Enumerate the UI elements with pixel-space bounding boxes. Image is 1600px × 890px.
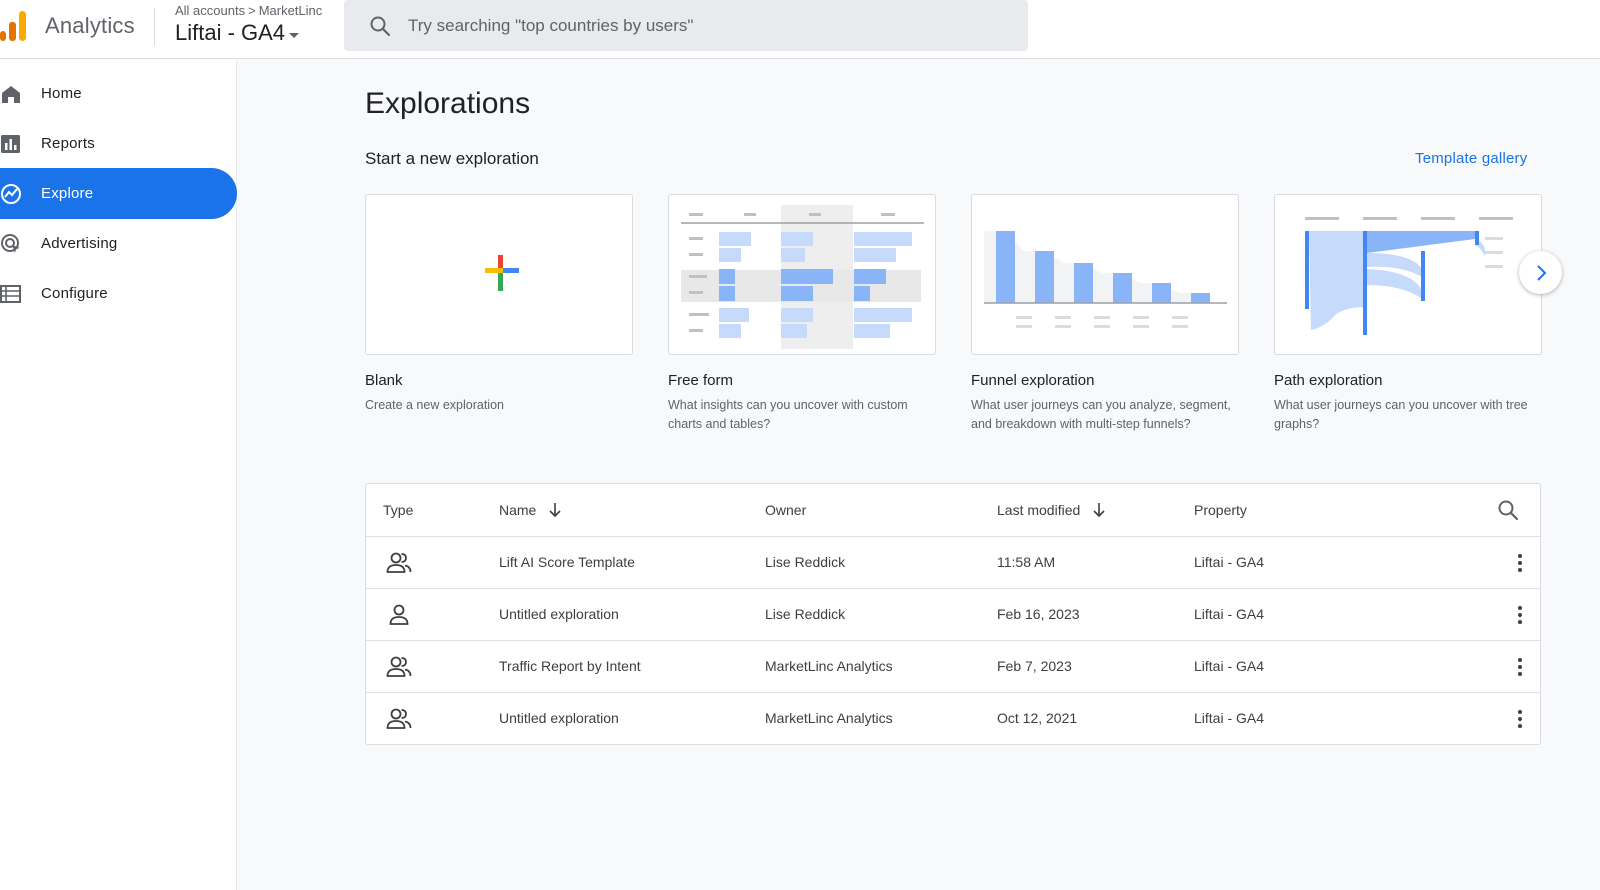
column-header-owner[interactable]: Owner [765, 502, 806, 518]
header-divider [154, 8, 155, 46]
column-header-property[interactable]: Property [1194, 502, 1247, 518]
table-row[interactable]: Untitled exploration MarketLinc Analytic… [366, 692, 1540, 744]
explorations-table: Type Name Owner Last modified Property L… [365, 483, 1541, 745]
shared-users-icon [386, 708, 412, 729]
property-selector[interactable]: Liftai - GA4 [175, 20, 300, 46]
exploration-property: Liftai - GA4 [1194, 658, 1265, 674]
sidebar-item-advertising[interactable]: Advertising [0, 218, 237, 269]
analytics-logo-icon[interactable] [0, 11, 26, 41]
exploration-name[interactable]: Lift AI Score Template [499, 554, 635, 570]
column-label: Owner [765, 502, 807, 518]
app-name: Analytics [45, 13, 135, 38]
carousel-next-button[interactable] [1519, 251, 1562, 294]
breadcrumb-parent[interactable]: All accounts [175, 3, 245, 18]
exploration-owner: MarketLinc Analytics [765, 658, 893, 674]
exploration-name[interactable]: Untitled exploration [499, 606, 619, 622]
path-tree-icon [1305, 217, 1513, 335]
sort-arrow-down-icon[interactable] [1092, 502, 1106, 518]
reports-icon [0, 133, 22, 155]
section-title: Start a new exploration [365, 149, 539, 168]
sidebar-item-label: Configure [41, 285, 108, 302]
exploration-property: Liftai - GA4 [1194, 710, 1265, 726]
explore-icon [0, 183, 22, 205]
exploration-property: Liftai - GA4 [1194, 554, 1265, 570]
sidebar-item-label: Explore [41, 185, 94, 202]
column-header-name[interactable]: Name [499, 502, 562, 518]
column-label: Property [1194, 502, 1247, 518]
sidebar-item-label: Home [41, 85, 82, 102]
caret-down-icon [289, 32, 300, 38]
more-vert-icon[interactable] [1508, 707, 1532, 731]
table-search-icon[interactable] [1496, 498, 1520, 522]
more-vert-icon[interactable] [1508, 603, 1532, 627]
shared-users-icon [386, 552, 412, 573]
card-description: What user journeys can you uncover with … [1274, 398, 1528, 431]
shared-users-icon [386, 656, 412, 677]
advertising-icon [0, 233, 22, 255]
table-row[interactable]: Untitled exploration Lise Reddick Feb 16… [366, 588, 1540, 640]
exploration-owner: Lise Reddick [765, 554, 846, 570]
sidebar-item-home[interactable]: Home [0, 68, 237, 119]
exploration-owner: Lise Reddick [765, 606, 846, 622]
sidebar-item-explore[interactable]: Explore [0, 168, 237, 219]
column-header-type: Type [383, 502, 413, 518]
plus-icon [485, 255, 519, 291]
card-blank[interactable] [365, 194, 633, 355]
exploration-property: Liftai - GA4 [1194, 606, 1265, 622]
exploration-last-modified: 11:58 AM [997, 554, 1056, 570]
card-funnel-exploration[interactable] [971, 194, 1239, 355]
chevron-right-icon [1536, 264, 1546, 281]
template-gallery-link[interactable]: Template gallery [1415, 150, 1527, 167]
breadcrumb-account[interactable]: MarketLinc [259, 3, 323, 18]
card-title: Path exploration [1274, 372, 1383, 389]
page-title: Explorations [365, 87, 531, 120]
column-label: Type [383, 502, 414, 518]
sidebar-item-label: Reports [41, 135, 95, 152]
card-title: Funnel exploration [971, 372, 1095, 389]
table-row[interactable]: Traffic Report by Intent MarketLinc Anal… [366, 640, 1540, 692]
funnel-chart-icon [984, 231, 1227, 328]
home-icon [0, 83, 22, 105]
sidebar-item-configure[interactable]: Configure [0, 268, 237, 319]
configure-icon [0, 283, 22, 305]
table-preview-icon [681, 205, 924, 349]
exploration-last-modified: Oct 12, 2021 [997, 710, 1078, 726]
exploration-last-modified: Feb 7, 2023 [997, 658, 1072, 674]
column-header-last-modified[interactable]: Last modified [997, 502, 1106, 518]
card-title: Free form [668, 372, 734, 389]
sidebar-item-label: Advertising [41, 235, 118, 252]
property-name: Liftai - GA4 [175, 20, 286, 45]
card-description: What user journeys can you analyze, segm… [971, 398, 1231, 431]
card-title: Blank [365, 372, 403, 389]
search-icon [370, 16, 391, 36]
table-row[interactable]: Lift AI Score Template Lise Reddick 11:5… [366, 536, 1540, 588]
card-description: What insights can you uncover with custo… [668, 398, 908, 431]
more-vert-icon[interactable] [1508, 655, 1532, 679]
exploration-name[interactable]: Traffic Report by Intent [499, 658, 641, 674]
sidebar-item-reports[interactable]: Reports [0, 118, 237, 169]
breadcrumb[interactable]: All accounts > MarketLinc [175, 3, 322, 18]
column-label: Last modified [997, 502, 1081, 518]
top-bar: Analytics All accounts > MarketLinc Lift… [0, 0, 1600, 59]
sort-arrow-down-icon[interactable] [548, 502, 562, 518]
search-input[interactable] [408, 15, 968, 36]
exploration-owner: MarketLinc Analytics [765, 710, 893, 726]
breadcrumb-separator: > [248, 3, 256, 18]
search-bar[interactable] [344, 0, 1028, 51]
column-label: Name [499, 502, 537, 518]
single-user-icon [389, 604, 409, 625]
card-description: Create a new exploration [365, 398, 504, 412]
more-vert-icon[interactable] [1508, 551, 1532, 575]
exploration-last-modified: Feb 16, 2023 [997, 606, 1080, 622]
exploration-name[interactable]: Untitled exploration [499, 710, 619, 726]
sidebar: Home Reports Explore Advertising Configu… [0, 60, 237, 890]
card-path-exploration[interactable] [1274, 194, 1542, 355]
card-free-form[interactable] [668, 194, 936, 355]
